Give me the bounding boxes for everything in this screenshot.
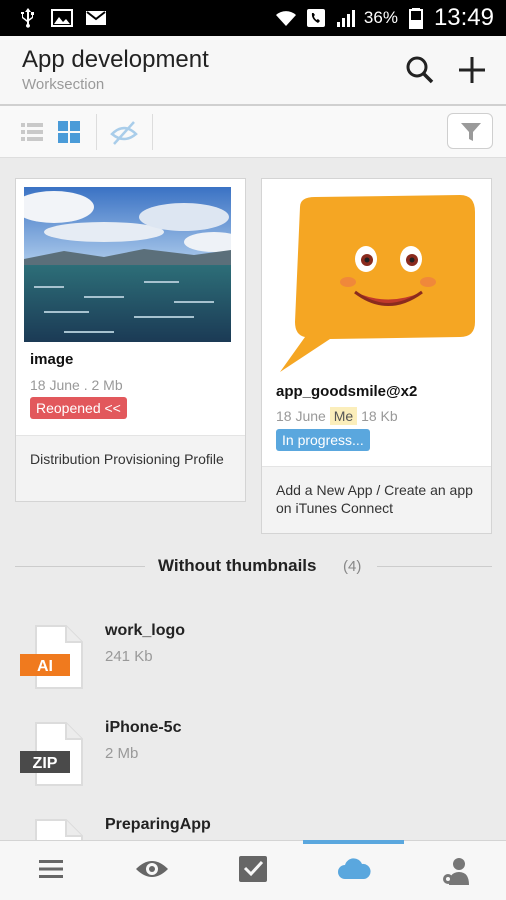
list-item[interactable]: AI work_logo 241 Kb xyxy=(0,618,506,710)
nav-files[interactable] xyxy=(303,840,404,900)
checkbox-icon xyxy=(238,856,267,882)
file-type-label: AI xyxy=(37,658,53,675)
app-bar: App development Worksection xyxy=(0,36,506,106)
file-name: app_goodsmile@x2 xyxy=(276,383,418,400)
grid-view-icon[interactable] xyxy=(57,120,81,144)
nav-tasks[interactable] xyxy=(202,841,303,900)
view-toolbar xyxy=(0,106,506,158)
file-description: Add a New App / Create an app on iTunes … xyxy=(262,466,491,533)
search-icon[interactable] xyxy=(404,54,436,86)
file-size: 18 Kb xyxy=(361,408,398,424)
list-view-icon[interactable] xyxy=(20,120,44,144)
page-subtitle: Worksection xyxy=(22,76,105,93)
file-thumbnail xyxy=(270,187,477,375)
clock: 13:49 xyxy=(433,4,494,31)
file-card[interactable]: app_goodsmile@x2 18 June Me 18 Kb In pro… xyxy=(261,178,492,534)
list-item[interactable]: ZIP iPhone-5c 2 Mb xyxy=(0,715,506,807)
file-meta: 18 June Me 18 Kb xyxy=(276,407,398,425)
file-date: 18 June xyxy=(276,408,326,424)
file-icon xyxy=(35,819,83,840)
toolbar-divider xyxy=(96,114,97,150)
file-type-label: ZIP xyxy=(33,755,58,772)
bottom-navigation xyxy=(0,840,506,900)
battery-percent: 36% xyxy=(363,8,398,27)
eye-off-icon[interactable] xyxy=(110,118,138,146)
file-name: iPhone-5c xyxy=(105,719,182,736)
filter-button[interactable] xyxy=(447,113,493,149)
file-card[interactable]: image 18 June . 2 Mb Reopened << Distrib… xyxy=(15,178,246,502)
status-badge: In progress... xyxy=(276,429,370,451)
section-divider xyxy=(15,566,145,567)
signal-icon xyxy=(336,10,355,27)
battery-icon xyxy=(408,8,423,29)
section-count: (4) xyxy=(343,558,362,575)
filter-icon xyxy=(461,123,481,141)
image-icon xyxy=(51,9,73,27)
file-size: 2 Mb xyxy=(105,745,139,762)
section-divider xyxy=(377,566,492,567)
status-bar: 36% 13:49 xyxy=(0,0,506,36)
ai-file-icon: AI xyxy=(20,625,83,689)
user-settings-icon xyxy=(442,858,469,885)
cloud-icon xyxy=(337,858,371,879)
file-size: 241 Kb xyxy=(105,648,153,665)
nav-watch[interactable] xyxy=(101,841,202,900)
add-icon[interactable] xyxy=(455,53,489,87)
eye-icon xyxy=(135,861,168,877)
toolbar-divider xyxy=(152,114,153,150)
file-thumbnail xyxy=(24,187,231,342)
owner-tag: Me xyxy=(329,407,358,425)
menu-icon xyxy=(38,860,63,878)
wifi-icon xyxy=(275,11,296,26)
file-description: Distribution Provisioning Profile xyxy=(16,435,245,501)
call-icon xyxy=(306,9,325,27)
gmail-icon xyxy=(86,11,106,25)
usb-icon xyxy=(21,8,34,28)
page-title: App development xyxy=(22,46,209,73)
list-item[interactable]: PreparingApp xyxy=(0,812,506,840)
nav-menu[interactable] xyxy=(0,841,101,900)
status-badge: Reopened << xyxy=(30,397,127,419)
file-name: work_logo xyxy=(105,622,186,639)
nav-account[interactable] xyxy=(404,841,505,900)
section-title: Without thumbnails xyxy=(158,556,317,575)
section-header: Without thumbnails (4) xyxy=(15,553,492,579)
zip-file-icon: ZIP xyxy=(20,722,83,786)
file-name: PreparingApp xyxy=(105,816,211,833)
file-meta: 18 June . 2 Mb xyxy=(30,377,123,393)
file-name: image xyxy=(30,351,74,368)
